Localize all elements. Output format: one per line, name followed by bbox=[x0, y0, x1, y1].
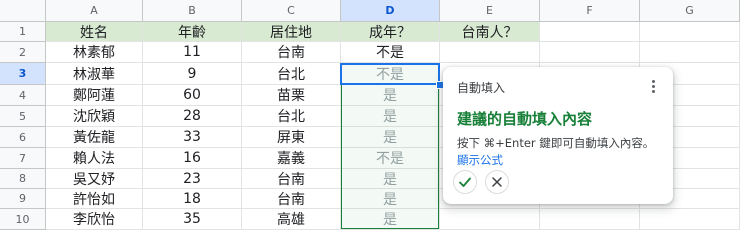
cell[interactable] bbox=[640, 22, 740, 42]
column-header-c[interactable]: C bbox=[242, 0, 341, 22]
check-icon bbox=[459, 177, 471, 187]
cell[interactable] bbox=[640, 42, 740, 63]
age-cell[interactable]: 18 bbox=[143, 189, 242, 209]
adult-cell-suggestion[interactable]: 不是 bbox=[341, 63, 440, 85]
adult-cell-suggestion[interactable]: 是 bbox=[341, 169, 440, 189]
more-options-icon[interactable] bbox=[651, 80, 655, 96]
name-cell[interactable]: 李欣怡 bbox=[46, 209, 143, 230]
adult-cell-suggestion[interactable]: 是 bbox=[341, 85, 440, 106]
city-cell[interactable]: 苗栗 bbox=[242, 85, 341, 106]
close-icon bbox=[492, 177, 502, 187]
age-cell[interactable]: 60 bbox=[143, 85, 242, 106]
name-cell[interactable]: 鄭阿蓮 bbox=[46, 85, 143, 106]
row-number[interactable]: 6 bbox=[0, 127, 46, 148]
name-cell[interactable]: 林素郁 bbox=[46, 42, 143, 63]
table-row: 2 林素郁 11 台南 不是 bbox=[0, 42, 740, 63]
adult-cell-suggestion[interactable]: 不是 bbox=[341, 148, 440, 169]
city-cell[interactable]: 高雄 bbox=[242, 209, 341, 230]
row-number[interactable]: 4 bbox=[0, 85, 46, 106]
name-cell[interactable]: 吳又妤 bbox=[46, 169, 143, 189]
age-cell[interactable]: 11 bbox=[143, 42, 242, 63]
accept-button[interactable] bbox=[453, 170, 477, 194]
column-header-f[interactable]: F bbox=[540, 0, 640, 22]
cell[interactable] bbox=[540, 209, 640, 230]
select-all-corner[interactable] bbox=[0, 0, 46, 22]
autofill-popup: 自動填入 建議的自動填入內容 按下 ⌘+Enter 鍵即可自動填入內容。 顯示公… bbox=[443, 67, 673, 204]
age-cell[interactable]: 35 bbox=[143, 209, 242, 230]
popup-body-text: 按下 ⌘+Enter 鍵即可自動填入內容。 bbox=[457, 136, 655, 150]
dismiss-button[interactable] bbox=[485, 170, 509, 194]
name-cell[interactable]: 沈欣穎 bbox=[46, 106, 143, 127]
row-number[interactable]: 2 bbox=[0, 42, 46, 63]
adult-cell-suggestion[interactable]: 是 bbox=[341, 189, 440, 209]
table-header-row: 1 姓名 年齡 居住地 成年？ 台南人？ bbox=[0, 22, 740, 42]
city-cell[interactable]: 台南 bbox=[242, 189, 341, 209]
cell[interactable] bbox=[540, 22, 640, 42]
city-cell[interactable]: 台南 bbox=[242, 42, 341, 63]
column-header-row: A B C D E F G bbox=[0, 0, 740, 22]
cell[interactable] bbox=[640, 209, 740, 230]
city-cell[interactable]: 嘉義 bbox=[242, 148, 341, 169]
table-row: 10 李欣怡 35 高雄 是 bbox=[0, 209, 740, 230]
column-header-g[interactable]: G bbox=[640, 0, 740, 22]
age-cell[interactable]: 16 bbox=[143, 148, 242, 169]
column-header-b[interactable]: B bbox=[143, 0, 242, 22]
cell[interactable] bbox=[440, 42, 540, 63]
header-cell-age[interactable]: 年齡 bbox=[143, 22, 242, 42]
header-cell-tainan[interactable]: 台南人？ bbox=[440, 22, 540, 42]
city-cell[interactable]: 台北 bbox=[242, 106, 341, 127]
popup-actions bbox=[453, 170, 509, 194]
age-cell[interactable]: 28 bbox=[143, 106, 242, 127]
header-cell-adult[interactable]: 成年？ bbox=[341, 22, 440, 42]
city-cell[interactable]: 屏東 bbox=[242, 127, 341, 148]
row-number[interactable]: 7 bbox=[0, 148, 46, 169]
age-cell[interactable]: 9 bbox=[143, 63, 242, 85]
adult-cell-suggestion[interactable]: 是 bbox=[341, 209, 440, 230]
cell[interactable] bbox=[440, 209, 540, 230]
name-cell[interactable]: 林淑華 bbox=[46, 63, 143, 85]
row-number[interactable]: 9 bbox=[0, 189, 46, 209]
name-cell[interactable]: 黃佐龍 bbox=[46, 127, 143, 148]
name-cell[interactable]: 許怡如 bbox=[46, 189, 143, 209]
header-cell-name[interactable]: 姓名 bbox=[46, 22, 143, 42]
popup-heading: 建議的自動填入內容 bbox=[457, 110, 593, 128]
show-formula-link[interactable]: 顯示公式 bbox=[457, 153, 503, 167]
popup-title: 自動填入 bbox=[457, 81, 506, 95]
name-cell[interactable]: 賴人法 bbox=[46, 148, 143, 169]
row-number[interactable]: 3 bbox=[0, 63, 46, 85]
column-header-d[interactable]: D bbox=[341, 0, 440, 22]
city-cell[interactable]: 台南 bbox=[242, 169, 341, 189]
age-cell[interactable]: 33 bbox=[143, 127, 242, 148]
row-number[interactable]: 5 bbox=[0, 106, 46, 127]
adult-cell-suggestion[interactable]: 是 bbox=[341, 106, 440, 127]
age-cell[interactable]: 23 bbox=[143, 169, 242, 189]
city-cell[interactable]: 台北 bbox=[242, 63, 341, 85]
popup-description: 按下 ⌘+Enter 鍵即可自動填入內容。 顯示公式 bbox=[457, 135, 659, 169]
row-number[interactable]: 1 bbox=[0, 22, 46, 42]
column-header-e[interactable]: E bbox=[440, 0, 540, 22]
adult-cell-suggestion[interactable]: 是 bbox=[341, 127, 440, 148]
header-cell-city[interactable]: 居住地 bbox=[242, 22, 341, 42]
row-number[interactable]: 10 bbox=[0, 209, 46, 230]
cell[interactable] bbox=[540, 42, 640, 63]
adult-cell[interactable]: 不是 bbox=[341, 42, 440, 63]
row-number[interactable]: 8 bbox=[0, 169, 46, 189]
column-header-a[interactable]: A bbox=[46, 0, 143, 22]
